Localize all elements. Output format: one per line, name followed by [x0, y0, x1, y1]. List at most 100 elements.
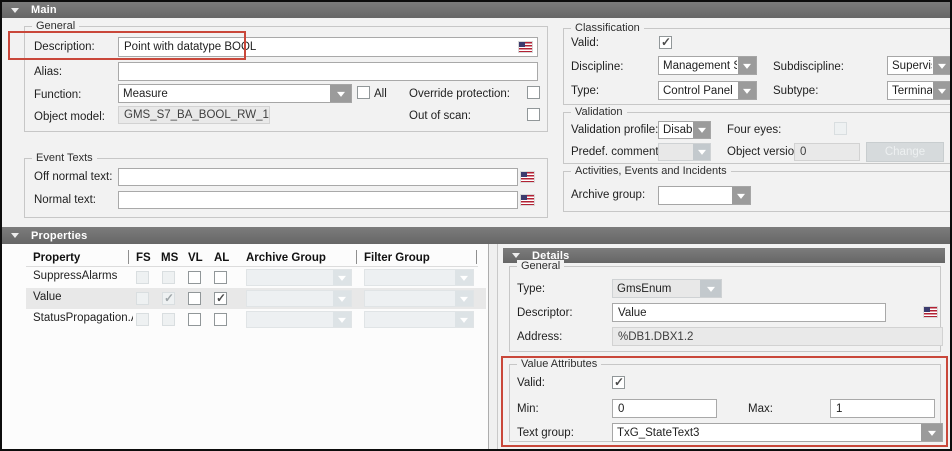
description-value: Point with datatype BOOL [124, 41, 256, 53]
al-checkbox[interactable] [214, 313, 227, 326]
column-divider [476, 250, 477, 264]
vl-checkbox[interactable] [188, 271, 201, 284]
four-eyes-checkbox [834, 122, 847, 135]
point-config-window: Main General Description: Point with dat… [0, 0, 952, 451]
language-us-flag-icon [519, 42, 532, 52]
min-label: Min: [517, 403, 539, 415]
function-value: Measure [123, 88, 332, 100]
valid-checkbox[interactable] [659, 36, 672, 49]
alias-input[interactable] [118, 62, 538, 81]
column-header-fs[interactable]: FS [136, 252, 151, 264]
table-row[interactable]: SuppressAlarms [26, 267, 486, 288]
text-group-dropdown[interactable]: TxG_StateText3 [612, 423, 943, 442]
out-of-scan-label: Out of scan: [409, 110, 471, 122]
dropdown-arrow-icon[interactable] [732, 187, 750, 204]
off-normal-text-input[interactable] [118, 168, 518, 186]
filter-group-cell-dropdown [364, 269, 474, 286]
function-dropdown[interactable]: Measure [118, 84, 352, 103]
details-type-dropdown: GmsEnum [612, 279, 722, 298]
all-label: All [374, 88, 387, 100]
out-of-scan-checkbox[interactable] [527, 108, 540, 121]
override-protection-checkbox[interactable] [527, 86, 540, 99]
column-divider [128, 250, 129, 264]
object-version-value: 0 [800, 146, 806, 158]
details-section-header[interactable]: Details [503, 248, 945, 263]
details-valid-checkbox[interactable] [612, 376, 625, 389]
dropdown-arrow-icon[interactable] [693, 122, 710, 138]
subdiscipline-value: Supervisio [892, 60, 932, 72]
al-checkbox[interactable] [214, 271, 227, 284]
dropdown-arrow-icon[interactable] [330, 85, 351, 102]
ms-checkbox [162, 313, 175, 326]
all-checkbox[interactable] [357, 86, 370, 99]
table-row[interactable]: Value [26, 288, 486, 309]
min-value: 0 [618, 403, 624, 415]
normal-text-input[interactable] [118, 191, 518, 209]
dropdown-arrow-icon[interactable] [738, 82, 756, 99]
fs-checkbox [136, 271, 149, 284]
column-header-archive-group[interactable]: Archive Group [246, 252, 326, 264]
max-input[interactable]: 1 [830, 399, 935, 418]
vl-checkbox[interactable] [188, 313, 201, 326]
dropdown-arrow-icon [333, 312, 351, 327]
filter-group-cell-dropdown [364, 311, 474, 328]
fs-checkbox [136, 313, 149, 326]
archive-group-label: Archive group: [571, 189, 645, 201]
classification-legend: Classification [571, 22, 644, 34]
descriptor-value: Value [618, 307, 647, 319]
discipline-dropdown[interactable]: Management Sys [658, 56, 757, 75]
properties-scrollbar[interactable] [488, 244, 498, 449]
column-header-property[interactable]: Property [33, 252, 80, 264]
main-section-header[interactable]: Main [2, 2, 950, 18]
vl-checkbox[interactable] [188, 292, 201, 305]
dropdown-arrow-icon[interactable] [933, 82, 951, 99]
filter-group-cell-dropdown [364, 290, 474, 307]
archive-group-cell-dropdown [246, 290, 352, 307]
dropdown-arrow-icon [333, 270, 351, 285]
dropdown-arrow-icon [455, 270, 473, 285]
details-general-legend: General [517, 260, 564, 272]
details-type-value: GmsEnum [617, 283, 702, 295]
column-header-ms[interactable]: MS [161, 252, 178, 264]
column-header-al[interactable]: AL [214, 252, 229, 264]
object-model-label: Object model: [34, 111, 105, 123]
archive-group-dropdown[interactable] [658, 186, 751, 205]
dropdown-arrow-icon[interactable] [738, 57, 756, 74]
four-eyes-label: Four eyes: [727, 124, 781, 136]
normal-text-label: Normal text: [34, 194, 96, 206]
max-label: Max: [748, 403, 773, 415]
description-label: Description: [34, 41, 95, 53]
column-header-vl[interactable]: VL [188, 252, 203, 264]
table-row[interactable]: StatusPropagation.Aggregat [26, 309, 486, 330]
language-us-flag-icon [521, 172, 534, 182]
type-dropdown[interactable]: Control Panel [658, 81, 757, 100]
language-us-flag-icon [924, 307, 937, 317]
dropdown-arrow-icon [693, 144, 710, 160]
subtype-label: Subtype: [773, 85, 818, 97]
change-button-label: Change [885, 146, 925, 158]
predef-comments-label: Predef. comments: [571, 146, 668, 158]
language-us-flag-icon [521, 195, 534, 205]
dropdown-arrow-icon[interactable] [933, 57, 951, 74]
subtype-dropdown[interactable]: Terminal [887, 81, 952, 100]
min-input[interactable]: 0 [612, 399, 717, 418]
properties-section-header[interactable]: Properties [2, 227, 950, 244]
off-normal-text-label: Off normal text: [34, 171, 112, 183]
column-header-filter-group[interactable]: Filter Group [364, 252, 430, 264]
subdiscipline-label: Subdiscipline: [773, 61, 844, 73]
descriptor-input[interactable]: Value [612, 303, 886, 322]
address-value: %DB1.DBX1.2 [618, 331, 693, 343]
subdiscipline-dropdown[interactable]: Supervisio [887, 56, 952, 75]
property-name: StatusPropagation.Aggregat [33, 312, 133, 324]
type-label: Type: [571, 85, 599, 97]
al-checkbox[interactable] [214, 292, 227, 305]
address-label: Address: [517, 331, 562, 343]
value-attributes-legend: Value Attributes [517, 358, 601, 370]
description-input[interactable]: Point with datatype BOOL [118, 37, 538, 57]
subtype-value: Terminal [892, 85, 932, 97]
type-value: Control Panel [663, 85, 737, 97]
dropdown-arrow-icon[interactable] [921, 424, 942, 441]
validation-profile-dropdown[interactable]: Disab [658, 121, 711, 139]
ms-checkbox [162, 271, 175, 284]
object-version-input: 0 [794, 143, 860, 161]
